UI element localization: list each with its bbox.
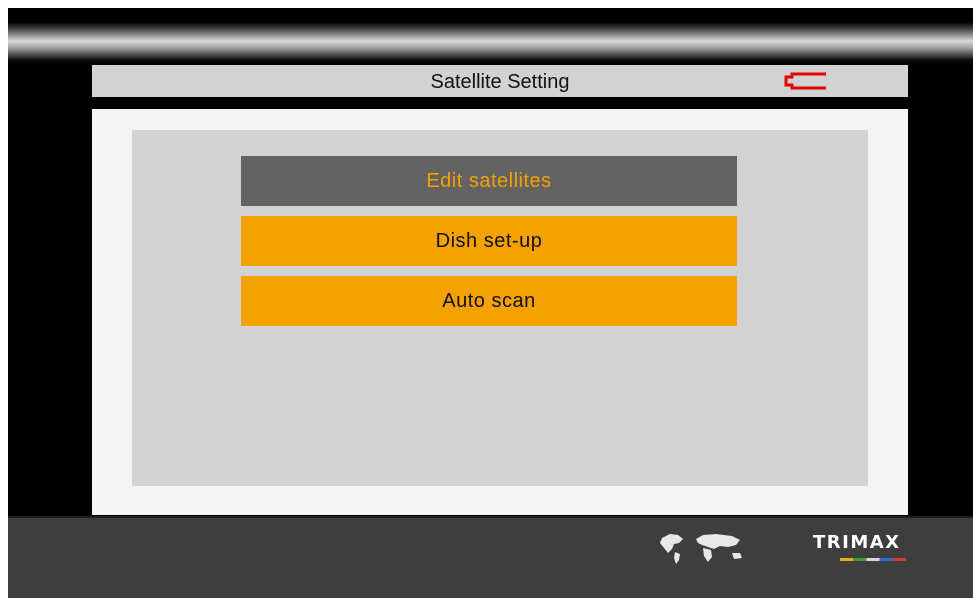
menu-item-edit-satellites[interactable]: Edit satellites (241, 156, 737, 206)
content-panel: Edit satellites Dish set-up Auto scan (92, 109, 908, 515)
footer-bar: TRIMAX (8, 516, 973, 598)
footer-divider (8, 516, 973, 518)
brand-logo: TRIMAX (813, 532, 901, 553)
battery-icon (784, 72, 826, 90)
menu-area: Edit satellites Dish set-up Auto scan (132, 130, 868, 486)
menu-item-dish-setup[interactable]: Dish set-up (241, 216, 737, 266)
menu-item-auto-scan[interactable]: Auto scan (241, 276, 737, 326)
tv-screen: Satellite Setting Edit satellites Dish s… (8, 8, 973, 598)
top-chrome-bar (8, 8, 973, 66)
title-bar: Satellite Setting (92, 65, 908, 97)
brand-logo-underline (840, 558, 906, 561)
world-map-icon (660, 534, 742, 564)
